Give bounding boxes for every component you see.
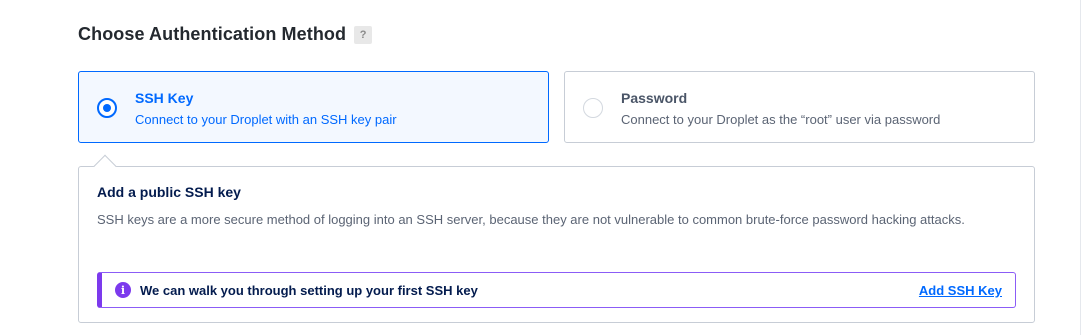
ssh-setup-notice: i We can walk you through setting up you… — [97, 272, 1016, 308]
password-option-title: Password — [621, 90, 688, 106]
ssh-key-option-text: SSH Key Connect to your Droplet with an … — [135, 90, 397, 128]
info-icon: i — [115, 282, 131, 298]
help-icon[interactable]: ? — [354, 25, 373, 44]
panel-description: SSH keys are a more secure method of log… — [97, 212, 965, 227]
option-ssh-key[interactable]: SSH Key Connect to your Droplet with an … — [78, 71, 549, 143]
add-ssh-key-link[interactable]: Add SSH Key — [919, 282, 1002, 299]
ssh-key-option-title: SSH Key — [135, 90, 194, 106]
section-title: Choose Authentication Method — [78, 24, 347, 44]
auth-method-section: Choose Authentication Method ? SSH Key C… — [0, 0, 1081, 335]
ssh-key-panel: Add a public SSH key SSH keys are a more… — [78, 154, 1035, 323]
password-option-text: Password Connect to your Droplet as the … — [621, 90, 940, 128]
ssh-key-option-description: Connect to your Droplet with an SSH key … — [135, 112, 397, 127]
password-option-description: Connect to your Droplet as the “root” us… — [621, 112, 941, 127]
option-password[interactable]: Password Connect to your Droplet as the … — [564, 71, 1035, 143]
panel-title: Add a public SSH key — [97, 184, 241, 200]
ssh-key-radio-selected[interactable] — [97, 98, 117, 118]
notice-text: We can walk you through setting up your … — [140, 283, 478, 298]
section-header: Choose Authentication Method ? — [78, 24, 373, 45]
password-radio[interactable] — [583, 98, 603, 118]
panel-pointer-caret — [93, 154, 117, 178]
